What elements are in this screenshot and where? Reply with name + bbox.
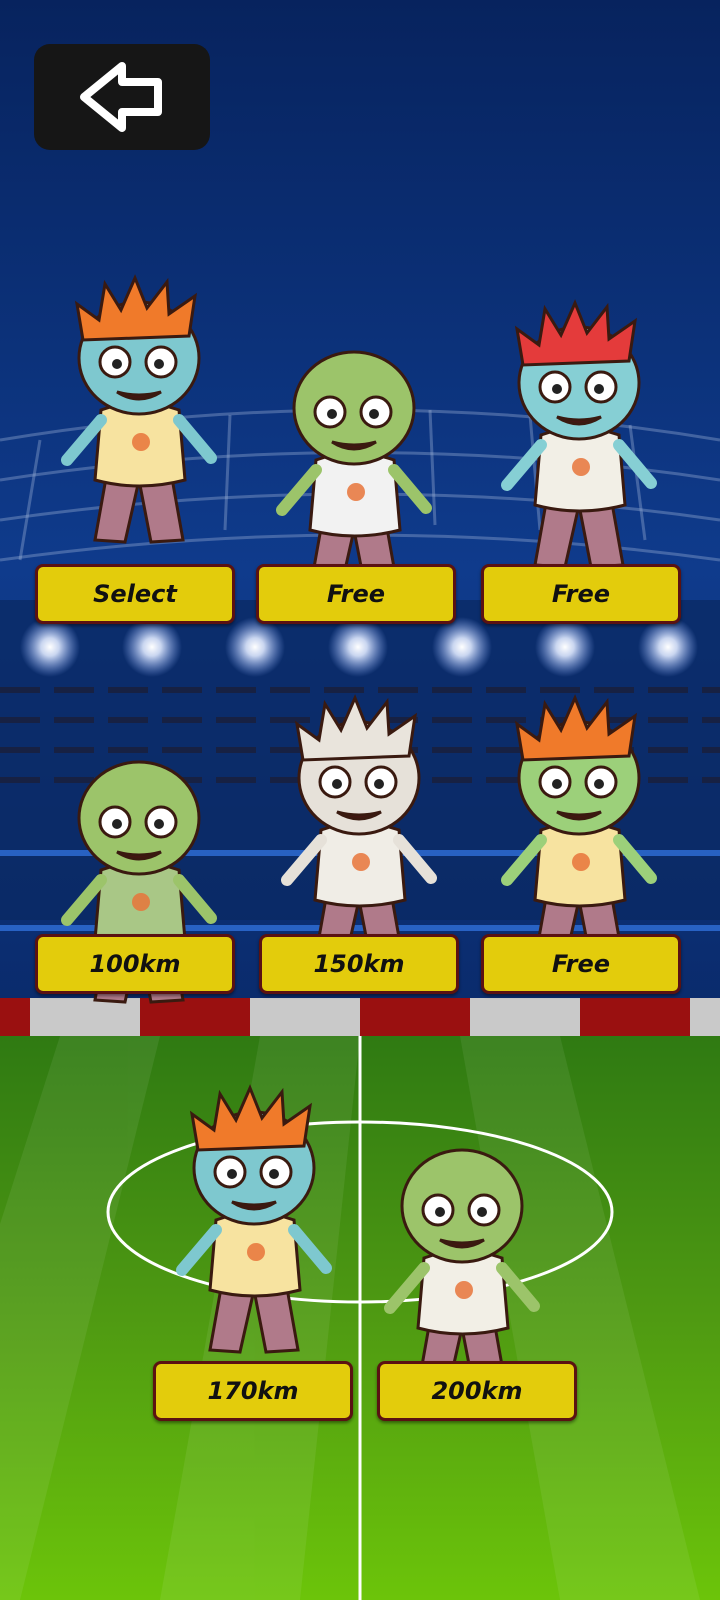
- character-5-unlock-button[interactable]: 150km: [259, 934, 459, 994]
- zombie-character-7[interactable]: [170, 1080, 340, 1370]
- arrow-left-icon: [80, 62, 162, 132]
- character-3-free-button[interactable]: Free: [481, 564, 681, 624]
- character-8-unlock-button[interactable]: 200km: [377, 1361, 577, 1421]
- character-6-free-button[interactable]: Free: [481, 934, 681, 994]
- character-1-select-button[interactable]: Select: [35, 564, 235, 624]
- zombie-character-1[interactable]: [55, 270, 225, 560]
- character-7-unlock-button[interactable]: 170km: [153, 1361, 353, 1421]
- zombie-character-3[interactable]: [495, 295, 665, 585]
- character-4-unlock-button[interactable]: 100km: [35, 934, 235, 994]
- back-button[interactable]: [34, 44, 210, 150]
- character-2-free-button[interactable]: Free: [256, 564, 456, 624]
